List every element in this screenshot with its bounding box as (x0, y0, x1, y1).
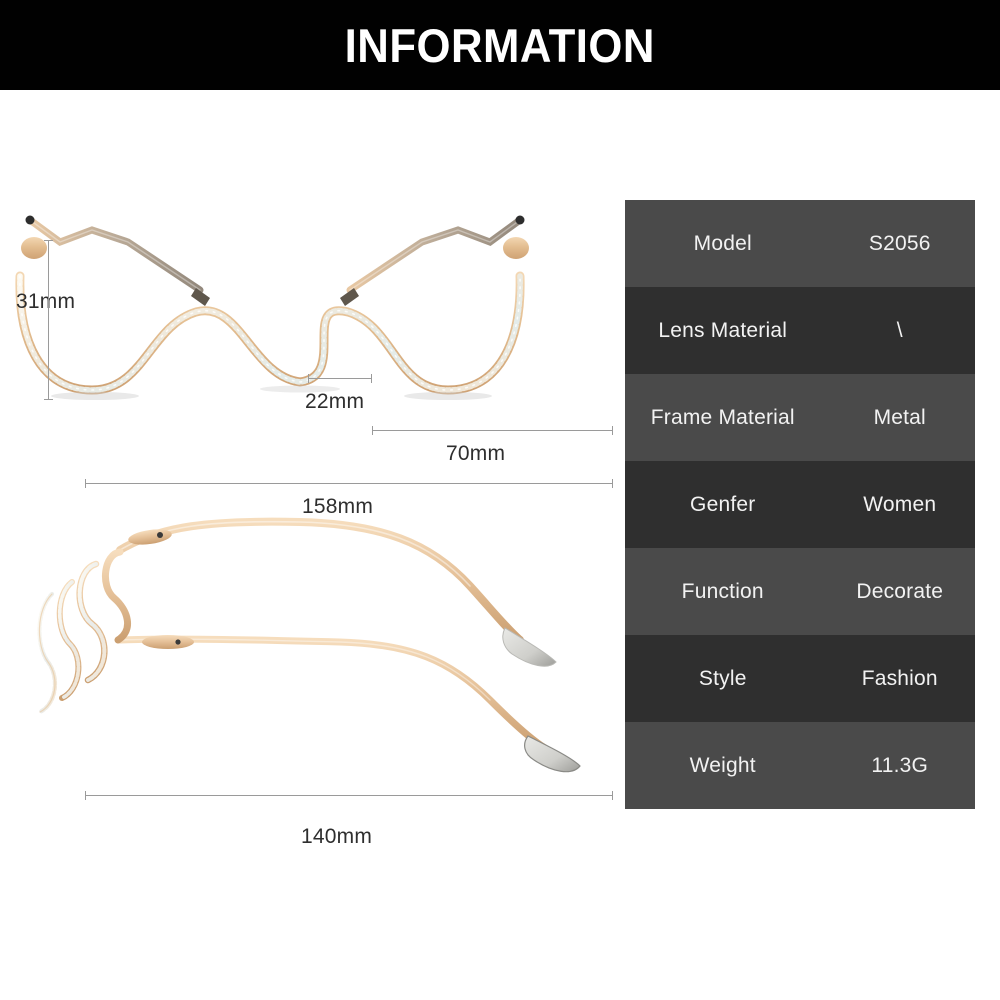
dimension-label-bridge: 22mm (305, 390, 365, 413)
spec-value: \ (896, 318, 903, 342)
spec-label: Model (693, 231, 752, 255)
spec-value: Metal (873, 405, 926, 429)
spec-value: 11.3G (871, 753, 929, 777)
product-photo-area: 31mm 22mm 70mm 158mm 140mm (0, 90, 620, 1000)
table-row: Style Fashion (625, 635, 975, 722)
dimension-line-height (44, 240, 53, 400)
table-row: Lens Material \ (625, 287, 975, 374)
table-row: Genfer Women (625, 461, 975, 548)
dimension-line-bridge (308, 374, 372, 383)
table-row: Model S2056 (625, 200, 975, 287)
spec-value: Decorate (856, 579, 944, 603)
dimension-line-frame-width (85, 479, 613, 488)
table-row: Function Decorate (625, 548, 975, 635)
dimension-label-height: 31mm (16, 290, 76, 313)
spec-value: Women (863, 492, 937, 516)
spec-label: Frame Material (650, 405, 795, 429)
dimension-label-temple-length: 140mm (301, 825, 373, 848)
spec-label: Lens Material (658, 318, 788, 342)
spec-label: Weight (689, 753, 756, 777)
spec-label: Genfer (690, 492, 756, 516)
product-information-page: INFORMATION 31mm 22mm 70mm 158mm 140mm M… (0, 0, 1000, 1000)
table-row: Frame Material Metal (625, 374, 975, 461)
spec-value: Fashion (861, 666, 938, 690)
dimension-line-lens-width (372, 426, 613, 435)
page-title: INFORMATION (344, 18, 656, 72)
specification-table: Model S2056 Lens Material \ Frame Materi… (625, 200, 975, 809)
side-view-photo (37, 517, 581, 773)
front-view-photo (15, 215, 529, 400)
header-banner: INFORMATION (0, 0, 1000, 90)
spec-label: Function (681, 579, 764, 603)
dimension-label-frame-width: 158mm (302, 495, 374, 518)
spec-value: S2056 (868, 231, 931, 255)
table-row: Weight 11.3G (625, 722, 975, 809)
spec-label: Style (698, 666, 747, 690)
dimension-line-temple-length (85, 791, 613, 800)
dimension-label-lens-width: 70mm (446, 442, 506, 465)
